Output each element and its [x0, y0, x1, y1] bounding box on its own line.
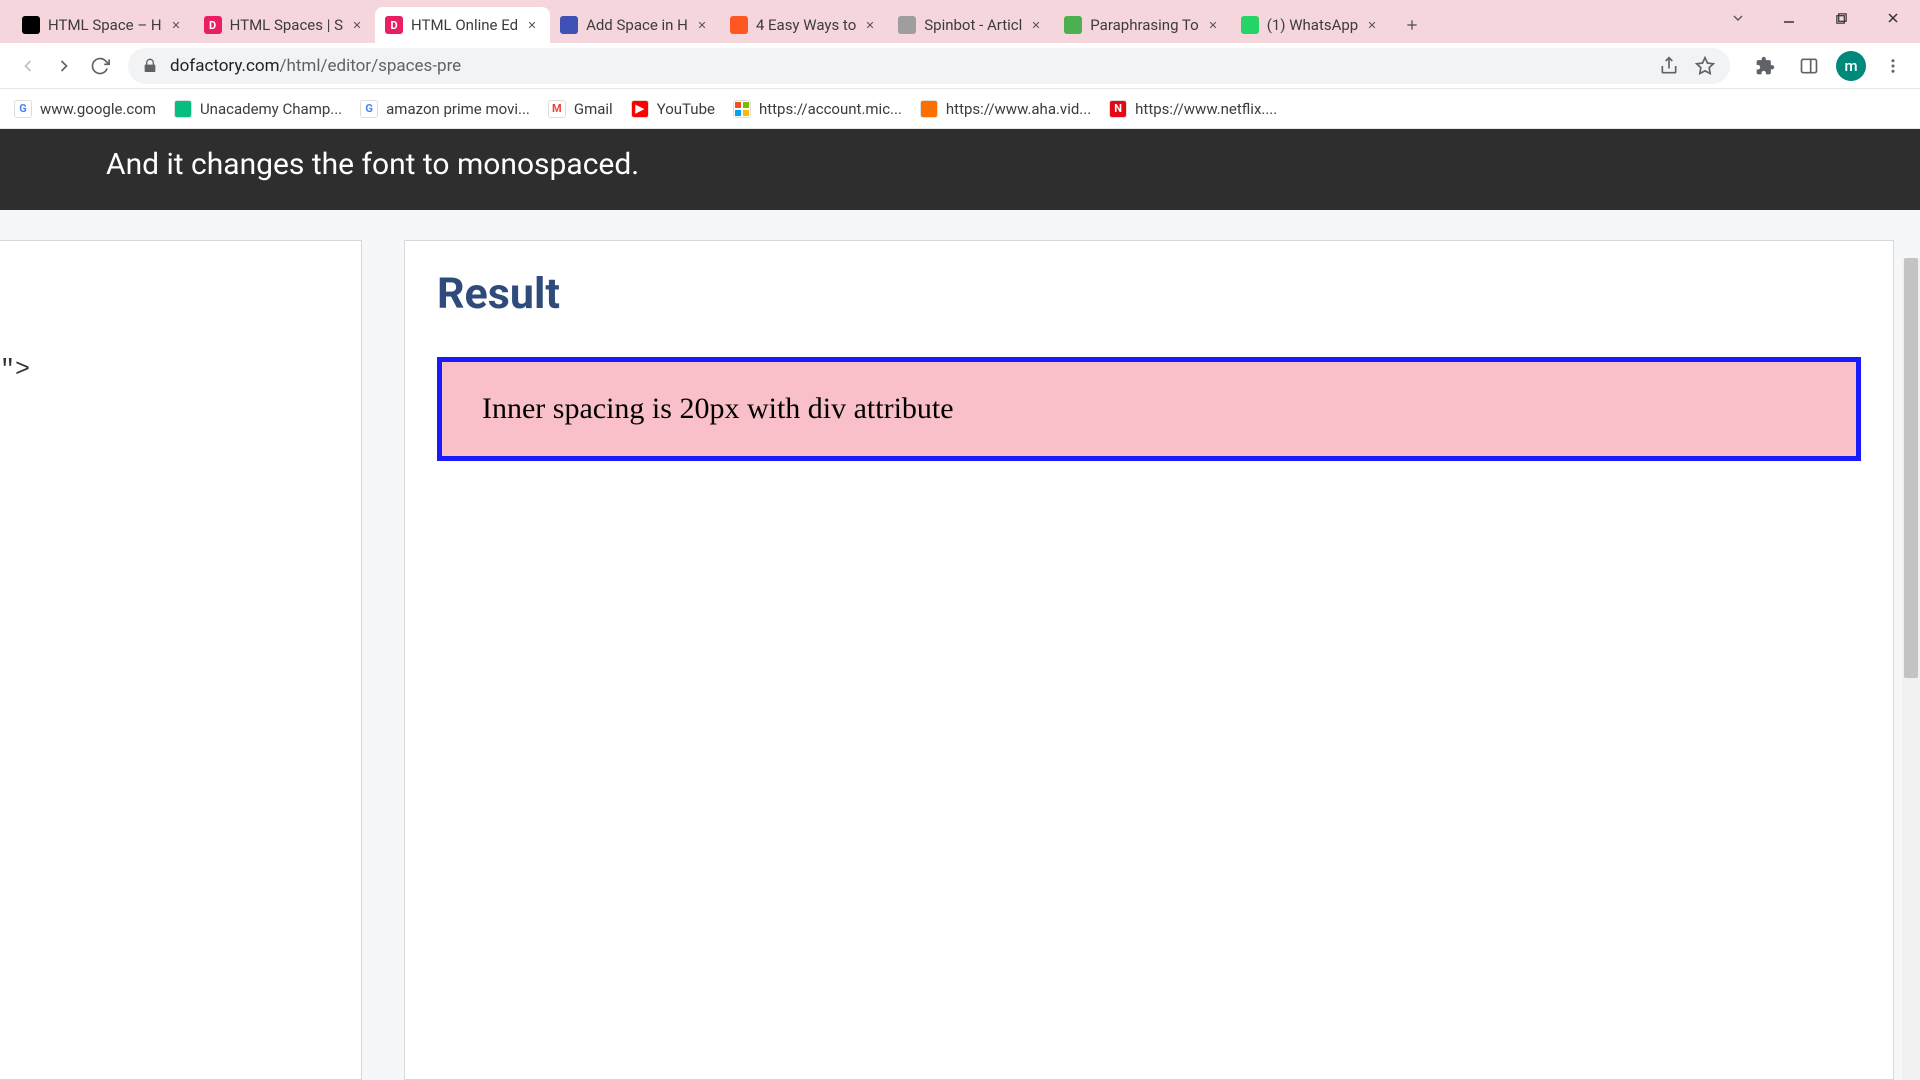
browser-tab[interactable]: (1) WhatsApp — [1231, 7, 1391, 43]
tab-favicon: D — [204, 16, 222, 34]
browser-tab[interactable]: 4 Easy Ways to — [720, 7, 888, 43]
code-editor-panel[interactable]: lue;"> — [0, 240, 362, 1080]
extensions-button[interactable] — [1748, 49, 1782, 83]
bookmark-label: https://account.mic... — [759, 100, 902, 118]
bookmark-label: https://www.netflix.... — [1135, 100, 1277, 118]
bookmark-favicon — [174, 100, 192, 118]
sidepanel-button[interactable] — [1792, 49, 1826, 83]
code-fragment: lue;"> — [0, 355, 30, 384]
chrome-menu-button[interactable] — [1876, 49, 1910, 83]
bookmark-item[interactable]: ▶ YouTube — [631, 100, 715, 118]
tab-close-button[interactable] — [349, 17, 365, 33]
browser-tab[interactable]: Paraphrasing To — [1054, 7, 1230, 43]
demo-box: Inner spacing is 20px with div attribute — [437, 357, 1861, 461]
profile-avatar[interactable]: m — [1836, 51, 1866, 81]
browser-tab[interactable]: Add Space in H — [550, 7, 720, 43]
browser-toolbar: dofactory.com/html/editor/spaces-pre m — [0, 43, 1920, 89]
tab-close-button[interactable] — [1028, 17, 1044, 33]
page-scrollbar[interactable] — [1902, 258, 1920, 1080]
bookmark-favicon — [920, 100, 938, 118]
demo-text: Inner spacing is 20px with div attribute — [482, 392, 954, 425]
forward-button[interactable] — [46, 48, 82, 84]
bookmarks-bar: G www.google.com Unacademy Champ... G am… — [0, 89, 1920, 129]
tab-title: HTML Space – H — [48, 16, 162, 34]
bookmark-label: https://www.aha.vid... — [946, 100, 1091, 118]
tab-close-button[interactable] — [524, 17, 540, 33]
window-close-button[interactable] — [1874, 4, 1912, 32]
bookmark-label: YouTube — [657, 100, 715, 118]
share-icon[interactable] — [1658, 55, 1680, 77]
tab-favicon — [560, 16, 578, 34]
bookmark-favicon: ▶ — [631, 100, 649, 118]
tab-search-button[interactable] — [1724, 4, 1752, 32]
bookmark-item[interactable]: N https://www.netflix.... — [1109, 100, 1277, 118]
browser-tab[interactable]: HTML Space – H — [12, 7, 194, 43]
tab-title: Paraphrasing To — [1090, 16, 1198, 34]
new-tab-button[interactable] — [1396, 9, 1428, 41]
bookmark-favicon: N — [1109, 100, 1127, 118]
page-content: And it changes the font to monospaced. l… — [0, 129, 1920, 1080]
tab-title: HTML Spaces | S — [230, 16, 343, 34]
browser-tab-strip: HTML Space – H D HTML Spaces | S D HTML … — [0, 0, 1920, 43]
window-minimize-button[interactable] — [1770, 4, 1808, 32]
tab-favicon: D — [385, 16, 403, 34]
tab-favicon — [730, 16, 748, 34]
bookmark-label: amazon prime movi... — [386, 100, 530, 118]
tab-favicon — [898, 16, 916, 34]
scrollbar-thumb[interactable] — [1904, 258, 1918, 678]
tab-close-button[interactable] — [1205, 17, 1221, 33]
tab-favicon — [1241, 16, 1259, 34]
description-banner: And it changes the font to monospaced. — [0, 129, 1920, 210]
reload-button[interactable] — [82, 48, 118, 84]
url-text: dofactory.com/html/editor/spaces-pre — [170, 56, 1644, 76]
tab-title: (1) WhatsApp — [1267, 16, 1359, 34]
result-panel: Result Inner spacing is 20px with div at… — [404, 240, 1894, 1080]
result-heading: Result — [437, 269, 1861, 319]
bookmark-item[interactable]: G amazon prime movi... — [360, 100, 530, 118]
tab-title: 4 Easy Ways to — [756, 16, 856, 34]
bookmark-item[interactable]: https://www.aha.vid... — [920, 100, 1091, 118]
bookmark-favicon: G — [14, 100, 32, 118]
bookmark-item[interactable]: M Gmail — [548, 100, 613, 118]
back-button[interactable] — [10, 48, 46, 84]
tab-close-button[interactable] — [862, 17, 878, 33]
bookmark-favicon: M — [548, 100, 566, 118]
tab-title: Spinbot - Articl — [924, 16, 1022, 34]
tab-title: HTML Online Ed — [411, 16, 518, 34]
bookmark-item[interactable]: https://account.mic... — [733, 100, 902, 118]
bookmark-label: www.google.com — [40, 100, 156, 118]
browser-tab[interactable]: D HTML Spaces | S — [194, 7, 375, 43]
window-maximize-button[interactable] — [1822, 4, 1860, 32]
tab-favicon — [22, 16, 40, 34]
bookmark-favicon — [733, 100, 751, 118]
tab-favicon — [1064, 16, 1082, 34]
bookmark-label: Gmail — [574, 100, 613, 118]
tab-title: Add Space in H — [586, 16, 688, 34]
bookmark-item[interactable]: Unacademy Champ... — [174, 100, 342, 118]
address-bar[interactable]: dofactory.com/html/editor/spaces-pre — [128, 48, 1730, 84]
tab-close-button[interactable] — [694, 17, 710, 33]
browser-tab[interactable]: Spinbot - Articl — [888, 7, 1054, 43]
tab-close-button[interactable] — [168, 17, 184, 33]
bookmark-favicon: G — [360, 100, 378, 118]
bookmark-star-icon[interactable] — [1694, 55, 1716, 77]
tab-close-button[interactable] — [1364, 17, 1380, 33]
bookmark-item[interactable]: G www.google.com — [14, 100, 156, 118]
bookmark-label: Unacademy Champ... — [200, 100, 342, 118]
browser-tab[interactable]: D HTML Online Ed — [375, 7, 550, 43]
lock-icon — [142, 58, 158, 74]
